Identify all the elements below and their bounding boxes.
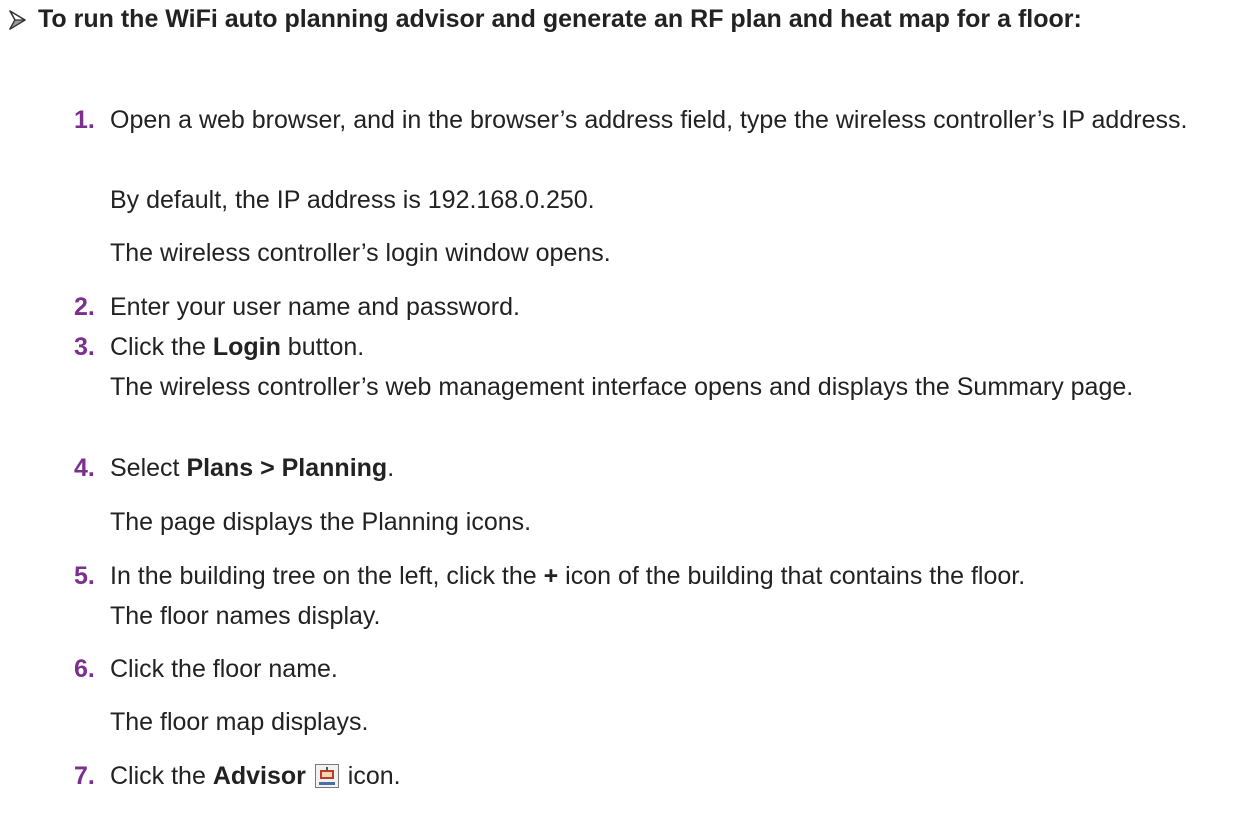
advisor-icon xyxy=(314,764,339,788)
step-1: 1. Open a web browser, and in the browse… xyxy=(74,104,1240,137)
step-5: 5. In the building tree on the left, cli… xyxy=(74,560,1240,593)
step-text-bold: Advisor xyxy=(212,762,306,790)
step-text-post: . xyxy=(387,454,395,482)
step-4-result: The page displays the Planning icons. xyxy=(110,508,532,536)
step-number: 5. xyxy=(74,562,95,590)
step-number: 3. xyxy=(74,333,95,361)
step-text-post: button. xyxy=(280,333,365,361)
arrow-bullet-icon xyxy=(8,2,38,38)
step-text-pre: Click the xyxy=(110,762,213,790)
step-text: Enter your user name and password. xyxy=(110,293,520,321)
step-5-result: The floor names display. xyxy=(110,602,381,630)
step-text: Open a web browser, and in the browser’s… xyxy=(110,106,1188,134)
step-text-bold: Login xyxy=(212,333,281,361)
step-number: 1. xyxy=(74,106,95,134)
step-text: Click the floor name. xyxy=(110,655,338,683)
step-number: 6. xyxy=(74,655,95,683)
step-text-pre: Select xyxy=(110,454,187,482)
step-3: 3. Click the Login button. xyxy=(74,331,1240,364)
heading-text: To run the WiFi auto planning advisor an… xyxy=(38,5,1082,33)
step-text-bold: Plans > Planning xyxy=(186,454,388,482)
step-text-pre: In the building tree on the left, click … xyxy=(110,562,544,590)
step-7: 7. Click the Advisor icon. xyxy=(74,760,1240,793)
step-text-pre: Click the xyxy=(110,333,213,361)
step-number: 2. xyxy=(74,293,95,321)
step-6: 6. Click the floor name. xyxy=(74,653,1240,686)
step-3-result: The wireless controller’s web management… xyxy=(110,373,1134,401)
step-text-bold: + xyxy=(543,562,559,590)
step-number: 7. xyxy=(74,762,95,790)
step-text-post: icon. xyxy=(340,762,401,790)
step-4: 4. Select Plans > Planning. xyxy=(74,452,1240,485)
step-1-result-b: The wireless controller’s login window o… xyxy=(110,239,611,267)
step-2: 2. Enter your user name and password. xyxy=(74,291,1240,324)
step-number: 4. xyxy=(74,454,95,482)
procedure-heading: To run the WiFi auto planning advisor an… xyxy=(8,2,1238,38)
step-6-result: The floor map displays. xyxy=(110,708,369,736)
step-1-result-a: By default, the IP address is 192.168.0.… xyxy=(110,186,595,214)
step-text-post: icon of the building that contains the f… xyxy=(558,562,1026,590)
